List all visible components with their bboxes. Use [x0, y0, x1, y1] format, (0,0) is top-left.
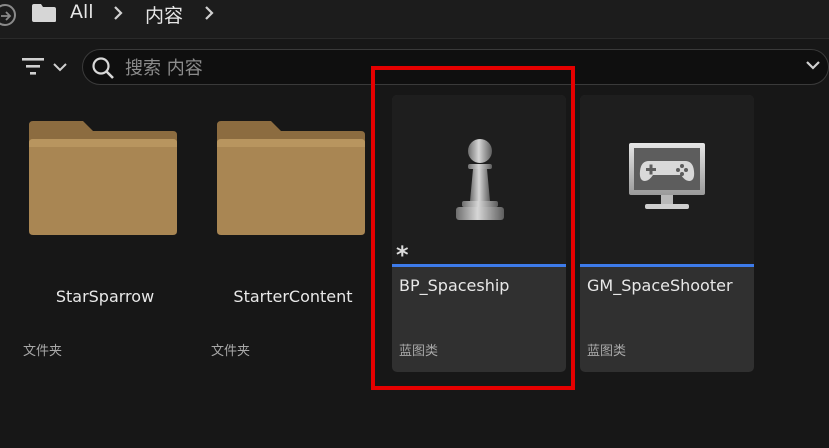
asset-card-gm-spaceshooter[interactable]: GM_SpaceShooter 蓝图类	[580, 95, 754, 372]
chevron-right-icon[interactable]	[203, 6, 215, 20]
search-input[interactable]	[123, 54, 787, 82]
history-icon[interactable]	[0, 4, 16, 26]
folder-icon	[29, 121, 177, 235]
filter-button[interactable]	[21, 55, 71, 81]
breadcrumb-all[interactable]: All	[70, 1, 94, 23]
breadcrumb-content[interactable]: 内容	[145, 1, 183, 28]
asset-type-bar	[392, 264, 566, 267]
item-name: StarSparrow	[55, 287, 155, 306]
asset-card-bp-spaceship[interactable]: * BP_Spaceship 蓝图类	[392, 95, 566, 372]
folder-item-starsparrow[interactable]: StarSparrow 文件夹	[20, 112, 190, 372]
item-type: 文件夹	[211, 344, 251, 359]
filter-icon	[22, 58, 44, 75]
chevron-down-icon	[53, 63, 67, 72]
item-name: StarterContent	[233, 287, 353, 306]
game-mode-icon	[629, 143, 705, 209]
pawn-icon	[456, 139, 504, 220]
search-box[interactable]	[82, 49, 829, 85]
chevron-down-icon[interactable]	[806, 60, 820, 70]
breadcrumb-bar: All 内容	[0, 0, 829, 39]
chevron-right-icon[interactable]	[112, 6, 124, 20]
asset-type-bar	[580, 264, 754, 267]
folder-icon[interactable]	[31, 3, 57, 23]
folder-icon	[217, 121, 365, 235]
asset-thumbnail: *	[392, 95, 566, 269]
item-type: 文件夹	[23, 344, 63, 359]
asset-thumbnail	[580, 95, 754, 265]
item-type: 蓝图类	[399, 344, 439, 359]
folder-item-startercontent[interactable]: StarterContent 文件夹	[208, 112, 378, 372]
item-type: 蓝图类	[587, 344, 627, 359]
item-name: BP_Spaceship	[399, 276, 510, 295]
search-icon	[92, 57, 114, 79]
item-name: GM_SpaceShooter	[587, 276, 733, 295]
